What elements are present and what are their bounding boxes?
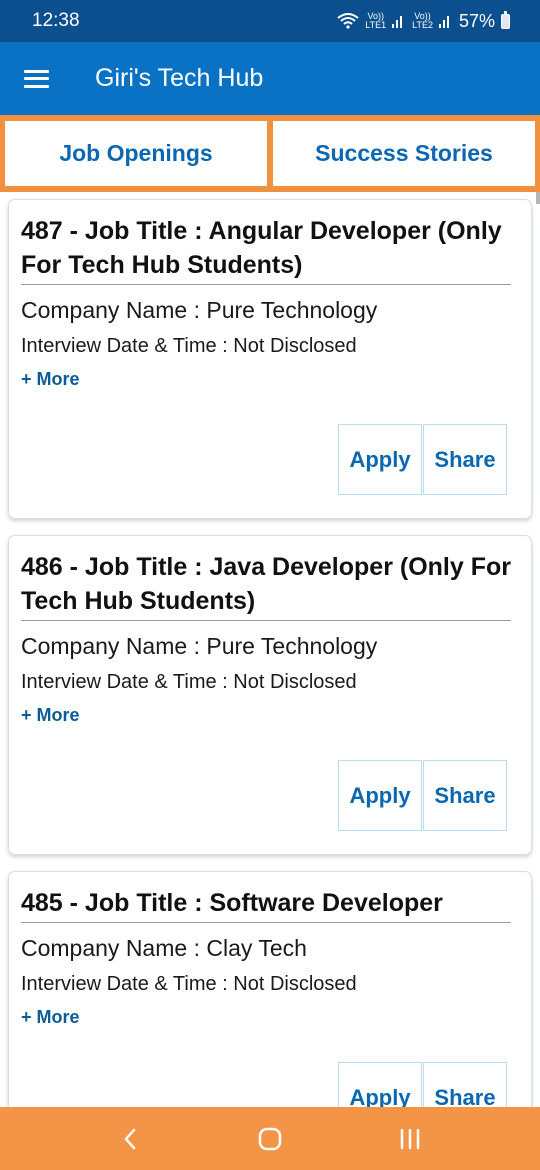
company-name: Company Name : Clay Tech (21, 935, 307, 961)
card-actions: Apply Share (338, 760, 507, 831)
home-button[interactable] (240, 1119, 300, 1159)
job-title: 487 - Job Title : Angular Developer (Onl… (21, 214, 511, 285)
tab-bar: Job Openings Success Stories (0, 115, 540, 192)
share-button[interactable]: Share (423, 760, 507, 831)
hamburger-menu-icon[interactable] (24, 69, 49, 88)
interview-date: Interview Date & Time : Not Disclosed (21, 671, 357, 693)
status-time: 12:38 (32, 10, 80, 31)
recents-button[interactable] (380, 1119, 440, 1159)
interview-date: Interview Date & Time : Not Disclosed (21, 335, 357, 357)
sim2-label: Vo)) LTE2 (412, 11, 433, 30)
more-link[interactable]: + More (21, 367, 80, 391)
card-actions: Apply Share (338, 424, 507, 495)
battery-percent: 57% (458, 10, 495, 31)
home-icon (258, 1127, 282, 1150)
status-icons: Vo)) LTE1 Vo)) LTE2 57% (337, 10, 510, 32)
signal-icon (438, 14, 449, 28)
job-title: 486 - Job Title : Java Developer (Only F… (21, 550, 511, 621)
app-title: Giri's Tech Hub (95, 64, 264, 92)
more-link[interactable]: + More (21, 1005, 80, 1029)
tab-success-stories[interactable]: Success Stories (273, 121, 535, 186)
tab-job-openings[interactable]: Job Openings (5, 121, 267, 186)
job-card: 485 - Job Title : Software Developer Com… (8, 871, 532, 1107)
more-link[interactable]: + More (21, 703, 80, 727)
apply-button[interactable]: Apply (338, 760, 422, 831)
wifi-icon (337, 13, 359, 29)
battery-icon (501, 10, 510, 29)
scrollbar[interactable] (536, 192, 540, 204)
system-nav-bar (0, 1107, 540, 1170)
job-card: 486 - Job Title : Java Developer (Only F… (8, 535, 532, 855)
job-list[interactable]: 487 - Job Title : Angular Developer (Onl… (0, 192, 540, 1107)
back-icon (124, 1128, 136, 1149)
interview-date: Interview Date & Time : Not Disclosed (21, 973, 357, 995)
job-title: 485 - Job Title : Software Developer (21, 886, 511, 923)
share-button[interactable]: Share (423, 1062, 507, 1107)
apply-button[interactable]: Apply (338, 1062, 422, 1107)
company-name: Company Name : Pure Technology (21, 297, 378, 323)
app-bar: Giri's Tech Hub (0, 42, 540, 115)
status-bar: 12:38 Vo)) LTE1 Vo)) LTE2 57% (0, 0, 540, 42)
card-actions: Apply Share (338, 1062, 507, 1107)
company-name: Company Name : Pure Technology (21, 633, 378, 659)
sim1-label: Vo)) LTE1 (365, 11, 387, 30)
signal-icon (392, 14, 403, 28)
recents-icon (400, 1128, 420, 1149)
share-button[interactable]: Share (423, 424, 507, 495)
apply-button[interactable]: Apply (338, 424, 422, 495)
back-button[interactable] (100, 1119, 160, 1159)
job-card: 487 - Job Title : Angular Developer (Onl… (8, 199, 532, 519)
